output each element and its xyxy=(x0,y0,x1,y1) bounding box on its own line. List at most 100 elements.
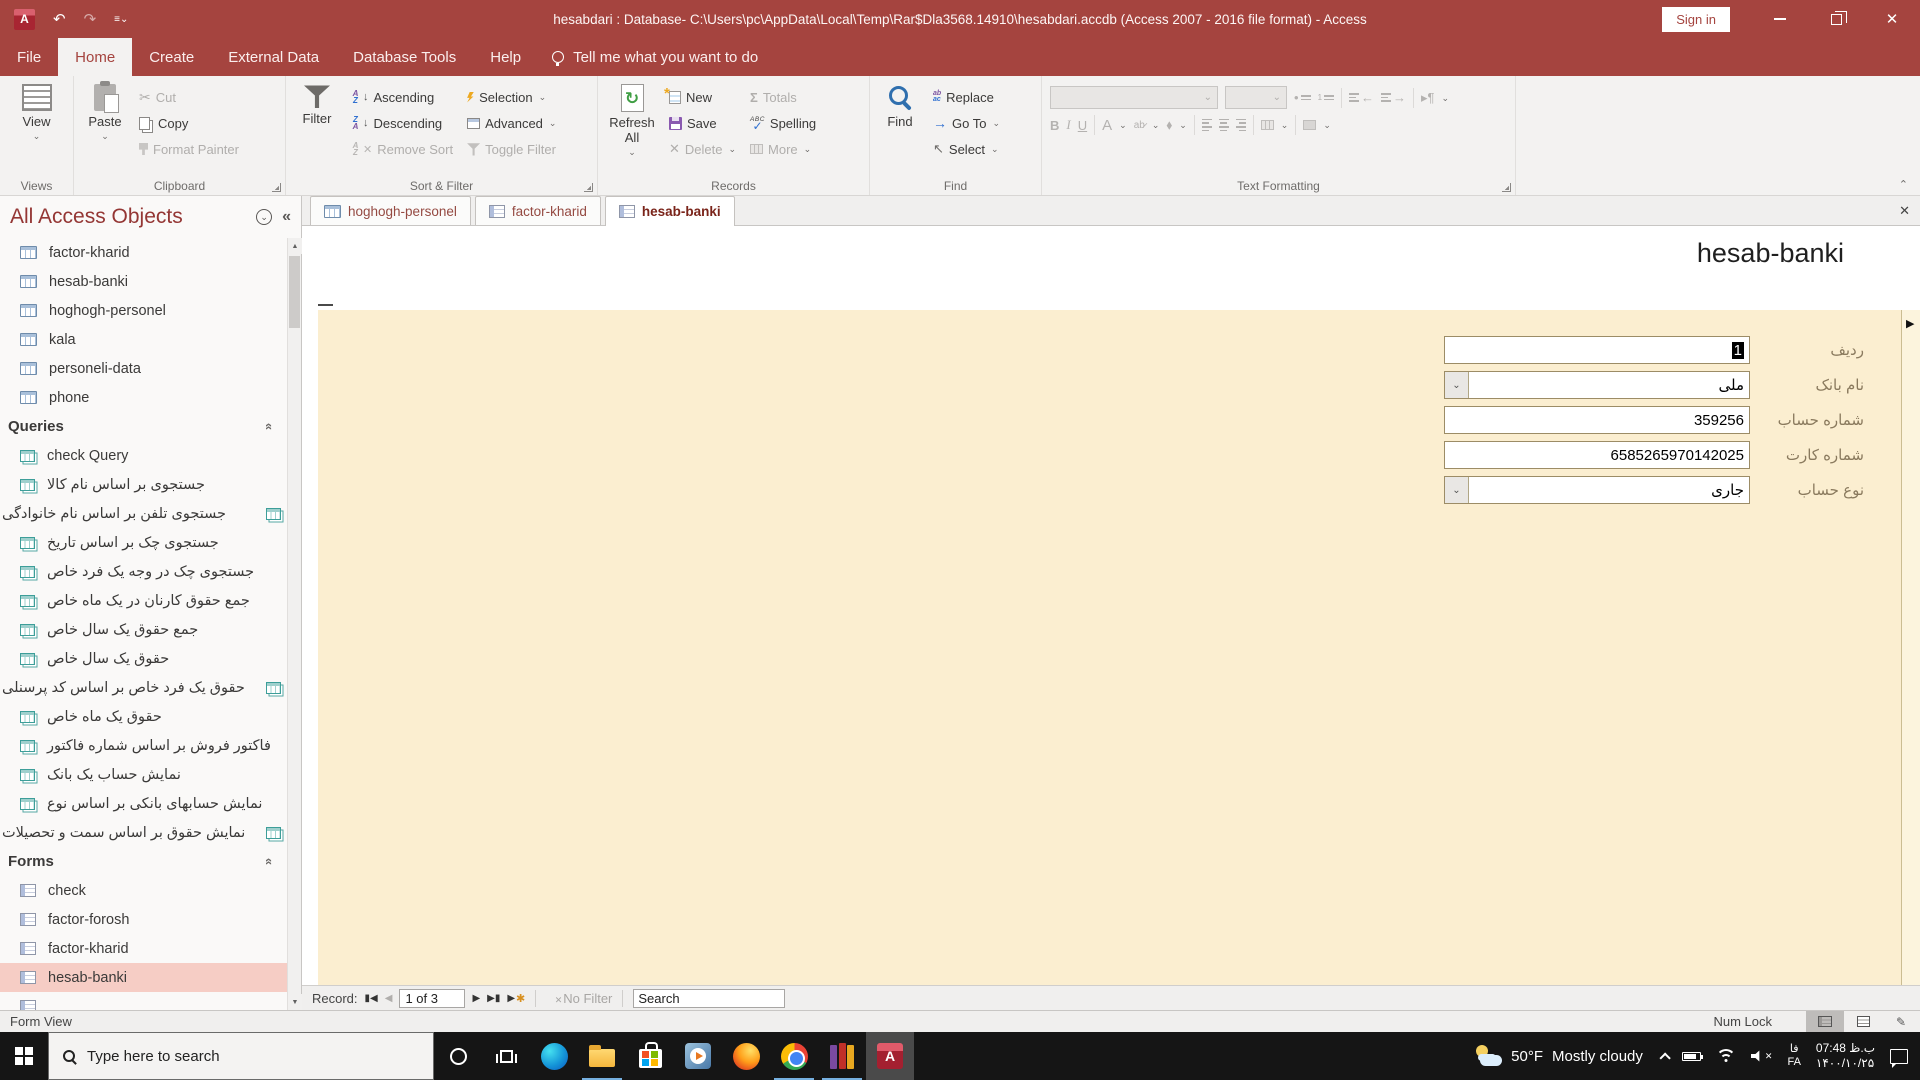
firefox-taskbar-button[interactable] xyxy=(722,1032,770,1080)
paste-button[interactable]: Paste ⌄ xyxy=(82,81,128,141)
customize-qat-icon[interactable]: ≡⌄ xyxy=(114,14,128,25)
select-button[interactable]: ↖ Select ⌄ xyxy=(930,138,1003,160)
dialog-launcher-icon[interactable] xyxy=(1502,183,1511,192)
nav-item-query[interactable]: جمع حقوق یک سال خاص xyxy=(0,615,287,644)
minimize-button[interactable] xyxy=(1752,0,1808,38)
bank-name-combobox[interactable]: ⌄ ملی xyxy=(1444,371,1750,399)
file-explorer-taskbar-button[interactable] xyxy=(578,1032,626,1080)
volume-muted-icon[interactable]: ✕ xyxy=(1750,1050,1772,1063)
nav-item-form[interactable] xyxy=(0,992,287,1010)
weather-widget[interactable]: 50°F Mostly cloudy xyxy=(1474,1045,1643,1067)
collapse-group-icon[interactable]: « xyxy=(262,858,277,865)
nav-item-query[interactable]: جستجوی چک در وجه یک فرد خاص xyxy=(0,557,287,586)
nav-scrollbar[interactable]: ▲ ▼ xyxy=(287,238,302,1010)
radif-textbox[interactable]: 1 xyxy=(1444,336,1750,364)
wifi-icon[interactable] xyxy=(1715,1049,1736,1063)
descending-button[interactable]: Z A ↓ Descending xyxy=(348,112,456,134)
nav-item-query[interactable]: نمایش حقوق بر اساس سمت و تحصیلات xyxy=(0,818,287,847)
battery-icon[interactable] xyxy=(1681,1051,1703,1061)
tell-me-box[interactable]: Tell me what you want to do xyxy=(538,38,772,76)
sign-in-button[interactable]: Sign in xyxy=(1662,6,1730,32)
form-view-button[interactable] xyxy=(1806,1010,1844,1033)
find-button[interactable]: Find xyxy=(878,82,922,129)
nav-item-form[interactable]: check xyxy=(0,876,287,905)
access-taskbar-button[interactable]: A xyxy=(866,1032,914,1080)
nav-item-table[interactable]: phone xyxy=(0,383,287,412)
scrollbar-thumb[interactable] xyxy=(289,256,300,328)
nav-item-table[interactable]: personeli-data xyxy=(0,354,287,383)
chrome-taskbar-button[interactable] xyxy=(770,1032,818,1080)
nav-item-query[interactable]: جستجوی بر اساس نام کالا xyxy=(0,470,287,499)
restore-button[interactable] xyxy=(1808,0,1864,38)
collapse-group-icon[interactable]: « xyxy=(262,423,277,430)
tab-database-tools[interactable]: Database Tools xyxy=(336,38,473,76)
task-view-button[interactable] xyxy=(482,1032,530,1080)
winrar-taskbar-button[interactable] xyxy=(818,1032,866,1080)
cortana-button[interactable] xyxy=(434,1032,482,1080)
record-search-input[interactable] xyxy=(633,988,786,1008)
nav-group-queries[interactable]: Queries « xyxy=(0,412,287,441)
action-center-icon[interactable] xyxy=(1890,1048,1908,1068)
tab-create[interactable]: Create xyxy=(132,38,211,76)
undo-icon[interactable]: ↶ xyxy=(53,10,66,28)
shutter-close-icon[interactable]: « xyxy=(282,208,291,226)
nav-item-query[interactable]: نمایش حسابهای بانکی بر اساس نوع xyxy=(0,789,287,818)
taskbar-clock[interactable]: ب.ظ 07:48 ۱۴۰۰/۱۰/۲۵ xyxy=(1816,1041,1875,1071)
nav-menu-icon[interactable]: ⌄ xyxy=(256,209,273,225)
start-button[interactable] xyxy=(0,1032,48,1080)
view-button[interactable]: View ⌄ xyxy=(8,82,65,141)
nav-item-table[interactable]: hoghogh-personel xyxy=(0,296,287,325)
refresh-all-button[interactable]: ↻ Refresh All ⌄ xyxy=(606,82,658,157)
tab-home[interactable]: Home xyxy=(58,38,133,76)
nav-item-table[interactable]: kala xyxy=(0,325,287,354)
nav-item-query[interactable]: نمایش حساب یک بانک xyxy=(0,760,287,789)
dialog-launcher-icon[interactable] xyxy=(584,183,593,192)
doc-tab-hoghogh-personel[interactable]: hoghogh-personel xyxy=(310,196,471,225)
filter-button[interactable]: Filter xyxy=(294,82,340,126)
selection-button[interactable]: Selection ⌄ xyxy=(464,86,559,108)
nav-item-query[interactable]: حقوق یک فرد خاص بر اساس کد پرسنلی xyxy=(0,673,287,702)
new-record-button[interactable]: New xyxy=(664,85,739,108)
nav-item-table[interactable]: hesab-banki xyxy=(0,267,287,296)
replace-button[interactable]: ab ac Replace xyxy=(930,86,1003,108)
doc-tab-hesab-banki[interactable]: hesab-banki xyxy=(604,196,735,226)
datasheet-view-button[interactable] xyxy=(1844,1011,1882,1033)
show-hidden-icons-icon[interactable] xyxy=(1659,1052,1671,1064)
nav-item-query[interactable]: حقوق یک ماه خاص xyxy=(0,702,287,731)
next-record-button[interactable]: ▶ xyxy=(472,993,480,1004)
nav-item-query[interactable]: جستجوی تلفن بر اساس نام خانوادگی xyxy=(0,499,287,528)
store-taskbar-button[interactable] xyxy=(626,1032,674,1080)
media-player-taskbar-button[interactable] xyxy=(674,1032,722,1080)
last-record-button[interactable]: ▶▮ xyxy=(487,993,500,1004)
language-indicator[interactable]: فا FA xyxy=(1787,1043,1800,1069)
first-record-button[interactable]: ▮◀ xyxy=(365,993,378,1004)
nav-item-query[interactable]: فاکتور فروش بر اساس شماره فاکتور xyxy=(0,731,287,760)
chevron-down-icon[interactable]: ⌄ xyxy=(1445,372,1469,398)
dialog-launcher-icon[interactable] xyxy=(272,183,281,192)
go-to-button[interactable]: → Go To ⌄ xyxy=(930,112,1003,134)
close-button[interactable]: ✕ xyxy=(1864,0,1920,38)
scroll-down-icon[interactable]: ▼ xyxy=(288,994,302,1010)
account-number-textbox[interactable]: 359256 xyxy=(1444,406,1750,434)
nav-item-table[interactable]: factor-kharid xyxy=(0,238,287,267)
nav-item-form[interactable]: factor-forosh xyxy=(0,905,287,934)
nav-item-query[interactable]: حقوق یک سال خاص xyxy=(0,644,287,673)
collapse-ribbon-icon[interactable]: ⌃ xyxy=(1899,178,1908,191)
chevron-down-icon[interactable]: ⌄ xyxy=(1445,477,1469,503)
font-size-combobox[interactable]: ⌄ xyxy=(1225,86,1287,109)
nav-item-query[interactable]: جستجوی چک بر اساس تاریخ xyxy=(0,528,287,557)
save-record-button[interactable]: Save xyxy=(666,112,739,134)
edge-taskbar-button[interactable] xyxy=(530,1032,578,1080)
advanced-button[interactable]: Advanced ⌄ xyxy=(464,112,559,134)
tab-help[interactable]: Help xyxy=(473,38,538,76)
tab-file[interactable]: File xyxy=(0,38,58,76)
nav-item-form-selected[interactable]: hesab-banki xyxy=(0,963,287,992)
doc-tab-factor-kharid[interactable]: factor-kharid xyxy=(474,196,601,225)
nav-item-query[interactable]: جمع حقوق کارنان در یک ماه خاص xyxy=(0,586,287,615)
card-number-textbox[interactable]: 6585265970142025 xyxy=(1444,441,1750,469)
copy-button[interactable]: Copy xyxy=(136,112,242,134)
layout-view-button[interactable]: ✎ xyxy=(1882,1011,1920,1033)
account-type-combobox[interactable]: ⌄ جاری xyxy=(1444,476,1750,504)
ascending-button[interactable]: A Z ↓ Ascending xyxy=(348,86,456,108)
close-tab-icon[interactable]: ✕ xyxy=(1899,203,1910,219)
